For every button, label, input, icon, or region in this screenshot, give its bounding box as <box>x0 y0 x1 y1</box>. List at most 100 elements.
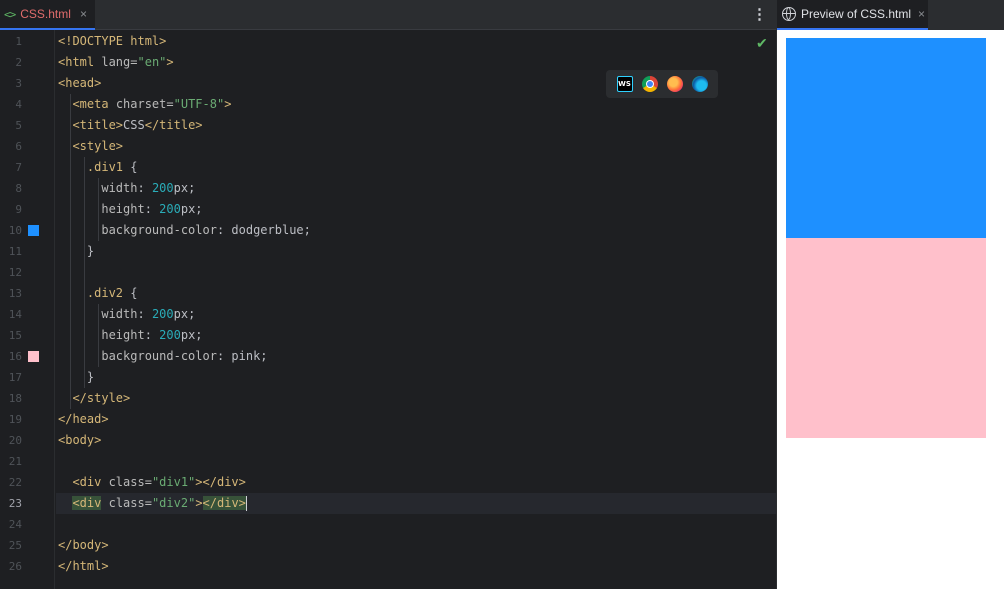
line-number: 14 <box>8 308 22 321</box>
code-line[interactable]: <body> <box>56 430 776 451</box>
code-token: > <box>159 34 167 48</box>
line-number: 7 <box>15 161 22 174</box>
code-token: <title> <box>72 118 124 132</box>
line-number: 10 <box>8 224 22 237</box>
code-token: </body> <box>58 538 109 552</box>
code-token: px; <box>180 328 203 342</box>
code-line[interactable]: } <box>56 241 776 262</box>
preview-canvas <box>777 30 1004 589</box>
code-token: width <box>101 307 138 321</box>
code-token: px; <box>180 202 203 216</box>
tab-close-icon[interactable]: × <box>80 7 87 21</box>
code-token: = <box>144 475 152 489</box>
code-token: ></div> <box>195 475 246 489</box>
line-number: 22 <box>8 476 22 489</box>
color-swatch-icon[interactable] <box>28 225 39 236</box>
line-number: 16 <box>8 350 22 363</box>
code-line[interactable]: <!DOCTYPE html> <box>56 31 776 52</box>
code-token: </html> <box>58 559 109 573</box>
code-editor[interactable]: <> CSS.html × ⋮ 1 2 3 4 5 6 7 8 9 10 11 12 13 14 15 16 1… <box>0 0 776 589</box>
code-token: </title> <box>144 118 203 132</box>
code-line[interactable]: </html> <box>56 556 776 577</box>
code-area[interactable]: <!DOCTYPE html> <html lang="en"> <head> <m… <box>56 30 776 589</box>
code-line[interactable]: <title>CSS</title> <box>56 115 776 136</box>
code-token: "div2" <box>151 496 196 510</box>
line-number: 20 <box>8 434 22 447</box>
globe-icon <box>782 7 796 21</box>
code-line[interactable]: </style> <box>56 388 776 409</box>
code-line[interactable] <box>56 262 776 283</box>
code-token: = <box>166 97 174 111</box>
line-number: 8 <box>15 182 22 195</box>
line-number: 4 <box>15 98 22 111</box>
code-token: html <box>130 34 160 48</box>
code-token: width <box>101 181 138 195</box>
preview-tab-close-icon[interactable]: × <box>918 7 925 21</box>
line-number: 11 <box>8 245 22 258</box>
div1-box <box>786 38 986 238</box>
code-line[interactable]: width: 200px; <box>56 178 776 199</box>
open-in-browser-toolbar: WS <box>606 70 718 98</box>
code-line[interactable]: height: 200px; <box>56 199 776 220</box>
code-token: px; <box>173 181 196 195</box>
code-line[interactable]: <div class="div2"></div> <box>56 493 776 514</box>
code-token: > <box>224 97 232 111</box>
code-line[interactable]: .div1 { <box>56 157 776 178</box>
code-line[interactable]: .div2 { <box>56 283 776 304</box>
code-line[interactable]: width: 200px; <box>56 304 776 325</box>
line-number: 6 <box>15 140 22 153</box>
code-token: = <box>144 496 152 510</box>
html-file-icon: <> <box>4 7 16 21</box>
code-line[interactable] <box>56 451 776 472</box>
line-number: 19 <box>8 413 22 426</box>
code-token: .div2 <box>86 286 124 300</box>
code-token: class <box>108 475 145 489</box>
code-line[interactable]: </body> <box>56 535 776 556</box>
code-token: = <box>130 55 138 69</box>
edge-icon[interactable] <box>691 76 708 92</box>
code-line[interactable]: background-color: pink; <box>56 346 776 367</box>
no-problems-check-icon[interactable]: ✔ <box>756 36 770 50</box>
chrome-icon[interactable] <box>641 76 658 92</box>
code-token: "en" <box>137 55 167 69</box>
code-token: : pink; <box>216 349 268 363</box>
code-token: : dodgerblue; <box>216 223 311 237</box>
code-line[interactable] <box>56 514 776 535</box>
code-token: { <box>123 286 138 300</box>
color-swatch-icon[interactable] <box>28 351 39 362</box>
code-line[interactable]: <div class="div1"></div> <box>56 472 776 493</box>
code-token: > <box>195 496 203 510</box>
code-token: <div <box>72 475 109 489</box>
code-line[interactable]: </head> <box>56 409 776 430</box>
firefox-icon[interactable] <box>666 76 683 92</box>
preview-tab-label: Preview of CSS.html <box>801 7 912 21</box>
code-line[interactable]: background-color: dodgerblue; <box>56 220 776 241</box>
code-line[interactable]: <style> <box>56 136 776 157</box>
code-token: : <box>137 181 152 195</box>
more-options-icon[interactable]: ⋮ <box>752 6 767 24</box>
tab-css-html[interactable]: <> CSS.html × <box>0 0 95 30</box>
tab-preview-css-html[interactable]: Preview of CSS.html × <box>777 0 928 30</box>
webstorm-icon[interactable]: WS <box>616 76 633 92</box>
code-token: "div1" <box>151 475 196 489</box>
code-token: charset <box>115 97 167 111</box>
code-token: px; <box>173 307 196 321</box>
code-line[interactable]: height: 200px; <box>56 325 776 346</box>
code-token: <!DOCTYPE <box>58 34 131 48</box>
code-line[interactable]: } <box>56 367 776 388</box>
code-token: : <box>144 202 160 216</box>
code-token: class <box>108 496 145 510</box>
tab-label: CSS.html <box>20 7 71 21</box>
indent-guide <box>98 304 99 367</box>
editor-tab-bar: <> CSS.html × ⋮ <box>0 0 776 30</box>
div2-box <box>786 238 986 438</box>
code-token: <body> <box>58 433 102 447</box>
code-token: height <box>101 328 145 342</box>
